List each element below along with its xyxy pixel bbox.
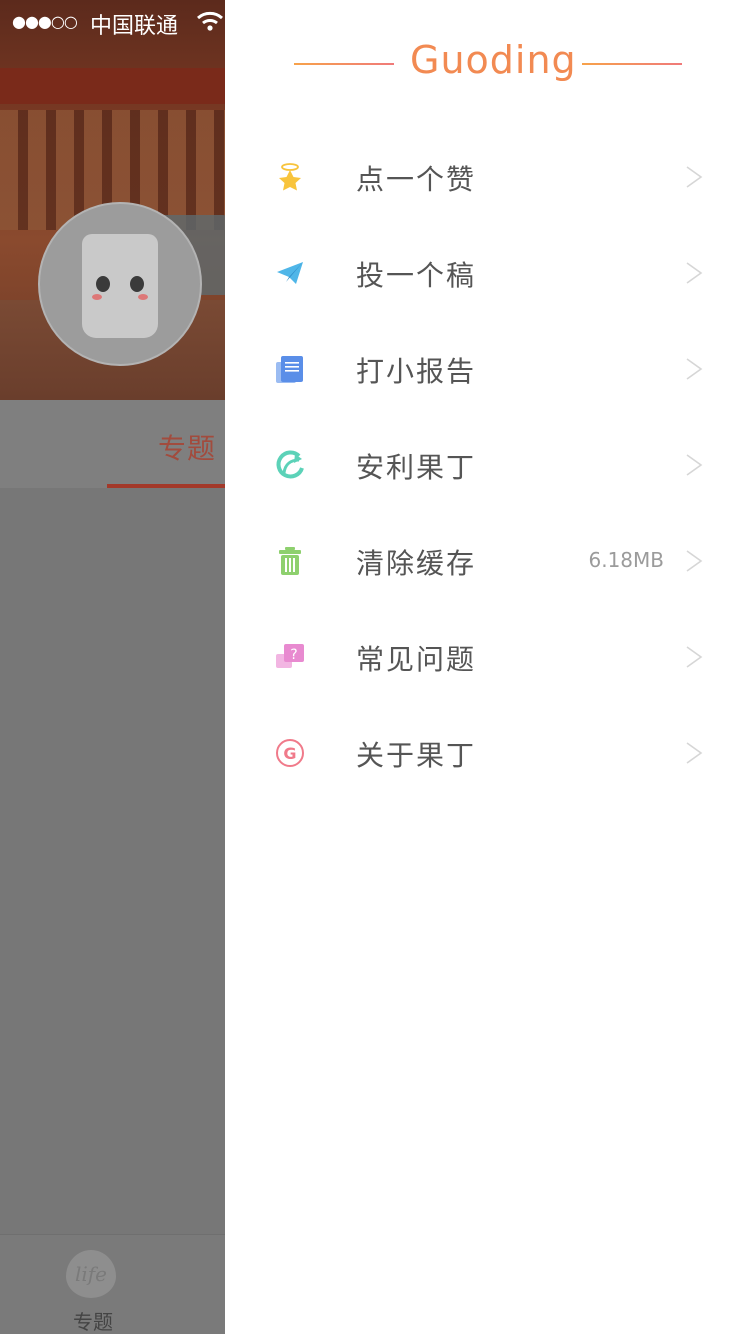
menu-item-submit[interactable]: 投一个稿: [225, 234, 750, 330]
menu-item-label: 关于果丁: [356, 739, 477, 772]
menu-item-label: 常见问题: [356, 643, 477, 676]
svg-text:G: G: [283, 744, 296, 763]
menu-item-label: 安利果丁: [356, 451, 477, 484]
chevron-right-icon: [686, 358, 703, 380]
chevron-right-icon: [686, 262, 703, 284]
side-drawer: Guoding 点一个赞 投一个稿 打小报告 安利果丁 清除缓存 6.18MB …: [225, 0, 750, 1334]
avatar[interactable]: [38, 202, 202, 366]
chevron-right-icon: [686, 166, 703, 188]
chevron-right-icon: [686, 646, 703, 668]
bottom-nav-label[interactable]: 专题: [73, 1306, 113, 1334]
menu-item-label: 清除缓存: [356, 547, 477, 580]
menu-item-label: 打小报告: [356, 355, 477, 388]
brand-divider-right: [582, 63, 682, 65]
background-app: 专题 life 专题: [0, 0, 225, 1334]
question-chat-icon: ?: [276, 644, 304, 668]
svg-text:?: ?: [290, 647, 297, 663]
star-icon: [279, 163, 301, 191]
brand-divider-left: [294, 63, 394, 65]
status-bar: ●●●○○ 中国联通: [0, 0, 225, 40]
wifi-icon: [197, 11, 223, 31]
content-area: [0, 488, 225, 1234]
tab-topic[interactable]: 专题: [158, 427, 216, 467]
menu-item-faq[interactable]: ? 常见问题: [225, 618, 750, 714]
paper-plane-icon: [277, 262, 303, 284]
chevron-right-icon: [686, 454, 703, 476]
chevron-right-icon: [686, 550, 703, 572]
menu-item-label: 投一个稿: [356, 259, 477, 292]
menu-item-like[interactable]: 点一个赞: [225, 138, 750, 234]
signal-strength-icon: ●●●○○: [12, 12, 78, 31]
notebook-icon: [276, 356, 303, 383]
life-icon[interactable]: life: [66, 1250, 116, 1298]
brand-logo: Guoding: [410, 38, 577, 82]
share-arrow-icon: [276, 450, 304, 479]
menu-item-about[interactable]: G 关于果丁: [225, 714, 750, 810]
g-logo-icon: G: [276, 739, 304, 767]
menu-item-recommend[interactable]: 安利果丁: [225, 426, 750, 522]
cache-size: 6.18MB: [588, 548, 664, 572]
menu-item-clear-cache[interactable]: 清除缓存 6.18MB: [225, 522, 750, 618]
trash-icon: [279, 547, 301, 575]
chevron-right-icon: [686, 742, 703, 764]
menu-item-report[interactable]: 打小报告: [225, 330, 750, 426]
carrier-name: 中国联通: [90, 14, 179, 39]
menu-item-label: 点一个赞: [356, 163, 477, 196]
